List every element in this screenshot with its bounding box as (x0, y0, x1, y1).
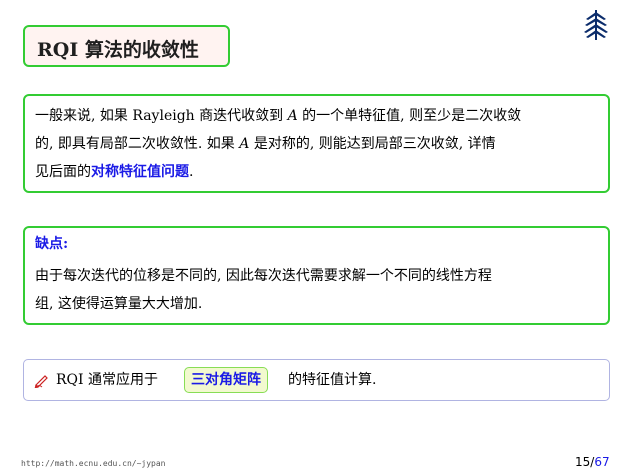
footer-url[interactable]: http://math.ecnu.edu.cn/~jypan (21, 459, 166, 468)
drawback-heading: 缺点: (35, 236, 69, 252)
block1-line-3: 见后面的对称特征值问题. (35, 162, 193, 182)
note-block: RQI 通常应用于 三对角矩阵 的特征值计算. (23, 359, 610, 401)
page-current: 15 (575, 455, 591, 469)
block1-line1-post: 的一个单特征值, 则至少是二次收敛 (297, 108, 522, 124)
slide-title-box: RQI 算法的收敛性 (23, 25, 230, 67)
note-text-post: 的特征值计算. (288, 372, 377, 388)
slide-title: RQI 算法的收敛性 (37, 39, 199, 61)
block1-line3-post: . (189, 164, 194, 180)
page-total[interactable]: 67 (594, 455, 609, 469)
drawback-line-2: 组, 这使得运算量大大增加. (35, 296, 203, 312)
drawback-block: 缺点: 由于每次迭代的位移是不同的, 因此每次迭代需要求解一个不同的线性方程 组… (23, 226, 610, 325)
block1-line3-pre: 见后面的 (35, 164, 91, 180)
block1-line2-post: 是对称的, 则能达到局部三次收敛, 详情 (249, 136, 496, 152)
symmetric-eigenproblem-link[interactable]: 对称特征值问题 (91, 164, 189, 180)
tridiagonal-matrix-highlight[interactable]: 三对角矩阵 (184, 367, 268, 393)
ecnu-logo-icon (584, 10, 608, 40)
block1-line-1: 一般来说, 如果 Rayleigh 商迭代收敛到 A 的一个单特征值, 则至少是… (35, 106, 521, 126)
matrix-symbol: A (239, 136, 250, 152)
drawback-line-1: 由于每次迭代的位移是不同的, 因此每次迭代需要求解一个不同的线性方程 (35, 268, 492, 284)
pencil-icon (34, 375, 48, 388)
page-number: 15/67 (575, 455, 610, 469)
matrix-symbol: A (287, 108, 298, 124)
block1-line2-pre: 的, 即具有局部二次收敛性. 如果 (35, 136, 240, 152)
note-text-pre: RQI 通常应用于 (56, 372, 158, 388)
block1-line1-pre: 一般来说, 如果 Rayleigh 商迭代收敛到 (35, 108, 288, 124)
block1-line-2: 的, 即具有局部二次收敛性. 如果 A 是对称的, 则能达到局部三次收敛, 详情 (35, 134, 496, 154)
convergence-text-block: 一般来说, 如果 Rayleigh 商迭代收敛到 A 的一个单特征值, 则至少是… (23, 94, 610, 193)
